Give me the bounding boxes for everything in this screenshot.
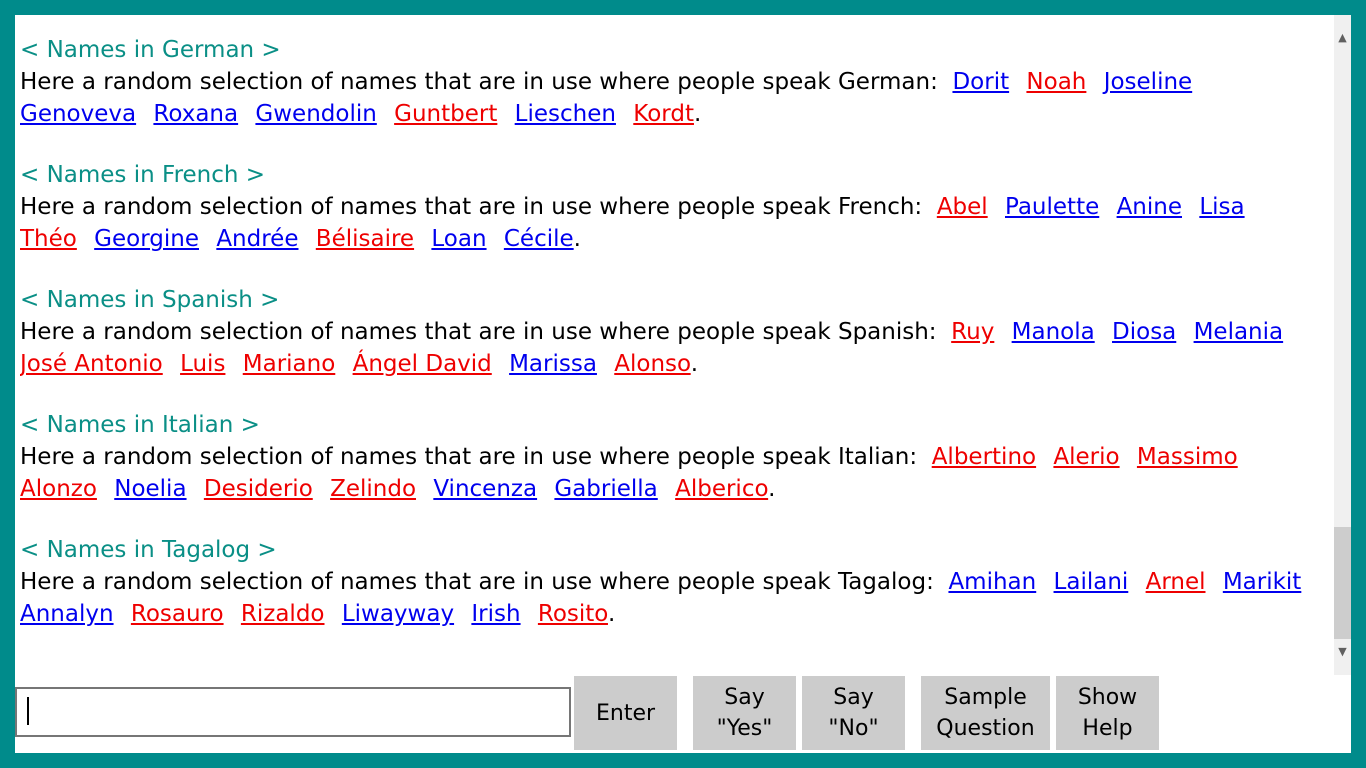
enter-button-label: Enter xyxy=(595,700,656,726)
language-section: < Names in Tagalog > Here a random select… xyxy=(20,535,1320,630)
show-help-button-label: Show Help xyxy=(1077,685,1138,741)
section-heading: < Names in Tagalog > xyxy=(20,537,277,563)
name-link[interactable]: Arnel xyxy=(1146,569,1206,595)
say-yes-button[interactable]: Say "Yes" xyxy=(693,676,796,750)
name-link[interactable]: Théo xyxy=(20,226,77,252)
name-link[interactable]: Alberico xyxy=(675,476,768,502)
sample-question-button-label: Sample Question xyxy=(936,685,1035,741)
name-link[interactable]: Zelindo xyxy=(330,476,416,502)
name-link[interactable]: Rizaldo xyxy=(241,601,325,627)
name-link[interactable]: Ángel David xyxy=(353,351,492,377)
name-link[interactable]: Andrée xyxy=(216,226,298,252)
name-link[interactable]: Cécile xyxy=(504,226,574,252)
language-section: < Names in French > Here a random selecti… xyxy=(20,160,1320,255)
section-paragraph: Here a random selection of names that ar… xyxy=(20,569,1302,627)
name-link[interactable]: Lisa xyxy=(1199,194,1244,220)
name-link[interactable]: Irish xyxy=(471,601,520,627)
say-no-button[interactable]: Say "No" xyxy=(802,676,905,750)
name-link[interactable]: Amihan xyxy=(948,569,1036,595)
name-link[interactable]: Manola xyxy=(1012,319,1095,345)
name-link[interactable]: Rosito xyxy=(538,601,608,627)
name-link[interactable]: Abel xyxy=(937,194,988,220)
section-intro: Here a random selection of names that ar… xyxy=(20,319,937,345)
show-help-button[interactable]: Show Help xyxy=(1056,676,1159,750)
name-link[interactable]: Georgine xyxy=(94,226,199,252)
section-paragraph: Here a random selection of names that ar… xyxy=(20,194,1245,252)
name-link[interactable]: Luis xyxy=(180,351,225,377)
language-section: < Names in Italian > Here a random select… xyxy=(20,410,1320,505)
name-link[interactable]: Lailani xyxy=(1054,569,1129,595)
name-link[interactable]: Bélisaire xyxy=(316,226,414,252)
name-link[interactable]: Lieschen xyxy=(515,101,616,127)
names-content: < Names in German > Here a random selecti… xyxy=(20,35,1320,675)
vertical-scrollbar[interactable]: ▲ ▼ xyxy=(1334,15,1351,675)
name-link[interactable]: Paulette xyxy=(1005,194,1099,220)
enter-button[interactable]: Enter xyxy=(574,676,677,750)
say-yes-button-label: Say "Yes" xyxy=(716,685,773,741)
section-intro: Here a random selection of names that ar… xyxy=(20,69,938,95)
chevron-down-icon[interactable]: ▼ xyxy=(1334,643,1351,660)
section-heading: < Names in Spanish > xyxy=(20,287,280,313)
name-link[interactable]: Annalyn xyxy=(20,601,114,627)
section-intro: Here a random selection of names that ar… xyxy=(20,194,923,220)
section-paragraph: Here a random selection of names that ar… xyxy=(20,69,1193,127)
question-input[interactable] xyxy=(15,687,571,737)
section-intro: Here a random selection of names that ar… xyxy=(20,569,934,595)
name-link[interactable]: Albertino xyxy=(932,444,1036,470)
name-link[interactable]: Rosauro xyxy=(131,601,224,627)
name-link[interactable]: Marissa xyxy=(509,351,597,377)
name-link[interactable]: Mariano xyxy=(243,351,336,377)
name-link[interactable]: Roxana xyxy=(153,101,238,127)
section-paragraph: Here a random selection of names that ar… xyxy=(20,444,1238,502)
main-panel: < Names in German > Here a random selecti… xyxy=(15,15,1351,753)
name-link[interactable]: Noah xyxy=(1026,69,1086,95)
section-heading: < Names in German > xyxy=(20,37,281,63)
name-link[interactable]: Anine xyxy=(1117,194,1182,220)
name-link[interactable]: Marikit xyxy=(1223,569,1302,595)
name-link[interactable]: Joseline xyxy=(1104,69,1193,95)
name-link[interactable]: Gwendolin xyxy=(255,101,376,127)
name-link[interactable]: Diosa xyxy=(1112,319,1176,345)
name-link[interactable]: Vincenza xyxy=(433,476,537,502)
sample-question-button[interactable]: Sample Question xyxy=(921,676,1050,750)
name-link[interactable]: Desiderio xyxy=(204,476,313,502)
name-link[interactable]: Liwayway xyxy=(342,601,454,627)
name-link[interactable]: Melania xyxy=(1194,319,1284,345)
name-link[interactable]: Massimo xyxy=(1137,444,1238,470)
name-link[interactable]: Gabriella xyxy=(554,476,657,502)
chevron-up-icon[interactable]: ▲ xyxy=(1334,29,1351,46)
name-link[interactable]: Alerio xyxy=(1053,444,1119,470)
say-no-button-label: Say "No" xyxy=(828,685,879,741)
language-section: < Names in Spanish > Here a random select… xyxy=(20,285,1320,380)
name-link[interactable]: Guntbert xyxy=(394,101,497,127)
name-link[interactable]: Ruy xyxy=(951,319,994,345)
name-link[interactable]: Loan xyxy=(431,226,486,252)
name-link[interactable]: José Antonio xyxy=(20,351,163,377)
name-link[interactable]: Dorit xyxy=(952,69,1009,95)
section-intro: Here a random selection of names that ar… xyxy=(20,444,918,470)
name-link[interactable]: Noelia xyxy=(114,476,186,502)
language-section: < Names in German > Here a random selecti… xyxy=(20,35,1320,130)
name-link[interactable]: Genoveva xyxy=(20,101,136,127)
section-heading: < Names in Italian > xyxy=(20,412,260,438)
name-link[interactable]: Alonzo xyxy=(20,476,97,502)
scrollbar-thumb[interactable] xyxy=(1334,527,1351,639)
section-heading: < Names in French > xyxy=(20,162,266,188)
name-link[interactable]: Alonso xyxy=(614,351,690,377)
name-link[interactable]: Kordt xyxy=(633,101,694,127)
text-caret xyxy=(27,697,29,725)
section-paragraph: Here a random selection of names that ar… xyxy=(20,319,1284,377)
